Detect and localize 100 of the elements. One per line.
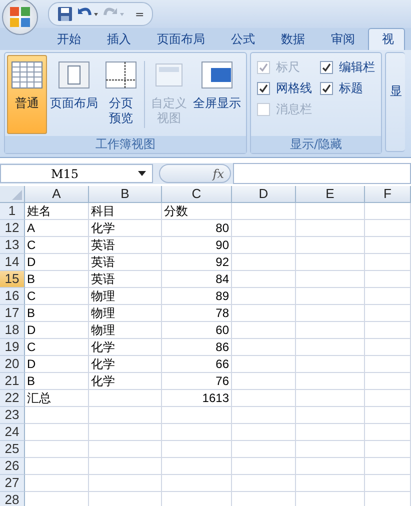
- table-cell: [296, 271, 365, 288]
- row-header[interactable]: 27: [0, 475, 25, 492]
- checkbox-label: 网格线: [276, 80, 312, 97]
- table-cell: [296, 322, 365, 339]
- row-header[interactable]: 24: [0, 424, 25, 441]
- row-header[interactable]: 21: [0, 373, 25, 390]
- table-cell: [232, 271, 296, 288]
- table-cell: [296, 305, 365, 322]
- table-cell: [232, 458, 296, 475]
- row-header[interactable]: 26: [0, 458, 25, 475]
- row-header[interactable]: 20: [0, 356, 25, 373]
- table-cell: 89: [162, 288, 232, 305]
- table-cell: [25, 424, 89, 441]
- table-cell: [365, 458, 411, 475]
- table-cell: C: [25, 339, 89, 356]
- table-cell: [365, 475, 411, 492]
- row-header[interactable]: 12: [0, 220, 25, 237]
- column-header[interactable]: E: [296, 186, 365, 203]
- column-header[interactable]: F: [365, 186, 411, 203]
- row-header[interactable]: 17: [0, 305, 25, 322]
- triangle-icon: [12, 190, 22, 200]
- row-header[interactable]: 19: [0, 339, 25, 356]
- table-cell: [365, 356, 411, 373]
- view-button[interactable]: 全屏显示: [190, 55, 244, 134]
- ribbon-tab[interactable]: 页面布局: [144, 29, 218, 50]
- view-button[interactable]: 分页 预览: [101, 55, 141, 134]
- checkbox[interactable]: [320, 82, 333, 95]
- table-cell: 60: [162, 322, 232, 339]
- table-cell: 物理: [89, 288, 162, 305]
- table-cell: [365, 424, 411, 441]
- table-cell: 英语: [89, 237, 162, 254]
- table-cell: [162, 407, 232, 424]
- table-cell: [25, 458, 89, 475]
- ribbon-tab[interactable]: 视: [368, 28, 405, 50]
- table-cell: [296, 220, 365, 237]
- formula-input[interactable]: [233, 163, 411, 184]
- table-cell: [365, 271, 411, 288]
- column-header[interactable]: C: [162, 186, 232, 203]
- table-cell: D: [25, 356, 89, 373]
- ribbon-tab[interactable]: 数据: [268, 29, 318, 50]
- view-button[interactable]: 页面布局: [47, 55, 101, 134]
- row-header[interactable]: 13: [0, 237, 25, 254]
- table-cell: [365, 237, 411, 254]
- customize-toolbar-button[interactable]: =: [135, 8, 144, 20]
- row-header[interactable]: 16: [0, 288, 25, 305]
- ribbon-button-label[interactable]: 显: [390, 83, 405, 100]
- ribbon-tab[interactable]: 审阅: [318, 29, 368, 50]
- row-header[interactable]: 14: [0, 254, 25, 271]
- ribbon-tab[interactable]: 公式: [218, 29, 268, 50]
- table-cell: [232, 407, 296, 424]
- insert-function-button[interactable]: fx: [159, 164, 231, 183]
- table-cell: 76: [162, 373, 232, 390]
- name-box[interactable]: M15: [0, 164, 153, 183]
- page-break-icon: [105, 60, 137, 90]
- table-cell: [365, 407, 411, 424]
- table-cell: [365, 373, 411, 390]
- table-cell: B: [25, 305, 89, 322]
- row-header[interactable]: 28: [0, 492, 25, 506]
- row-header[interactable]: 1: [0, 203, 25, 220]
- row-header[interactable]: 22: [0, 390, 25, 407]
- row-header[interactable]: 18: [0, 322, 25, 339]
- column-header[interactable]: A: [25, 186, 89, 203]
- table-cell: [232, 475, 296, 492]
- table-cell: [296, 373, 365, 390]
- table-cell: B: [25, 373, 89, 390]
- table-cell: [232, 441, 296, 458]
- column-header[interactable]: B: [89, 186, 162, 203]
- table-cell: [162, 441, 232, 458]
- table-cell: [296, 339, 365, 356]
- table-cell: 90: [162, 237, 232, 254]
- table-cell: [232, 339, 296, 356]
- fullscreen-icon: [201, 60, 233, 90]
- checkbox[interactable]: [257, 82, 270, 95]
- view-button[interactable]: 普通: [7, 55, 47, 134]
- row-header[interactable]: 23: [0, 407, 25, 424]
- grid-icon: [11, 60, 43, 90]
- office-button[interactable]: [2, 0, 38, 35]
- checkbox-label: 标题: [339, 80, 363, 97]
- row-header[interactable]: 15: [0, 271, 25, 288]
- column-header[interactable]: D: [232, 186, 296, 203]
- ribbon-tab[interactable]: 开始: [44, 29, 94, 50]
- dropdown-caret-icon[interactable]: [138, 171, 146, 176]
- table-cell: C: [25, 237, 89, 254]
- table-cell: [232, 203, 296, 220]
- table-cell: [162, 475, 232, 492]
- table-cell: [365, 322, 411, 339]
- checkbox-label: 消息栏: [276, 101, 312, 118]
- table-cell: [162, 424, 232, 441]
- table-cell: [232, 220, 296, 237]
- table-cell: [296, 390, 365, 407]
- ribbon-tab[interactable]: 插入: [94, 29, 144, 50]
- table-cell: 80: [162, 220, 232, 237]
- table-cell: A: [25, 220, 89, 237]
- checkbox-label: 编辑栏: [339, 59, 375, 76]
- table-cell: [232, 373, 296, 390]
- row-header[interactable]: 25: [0, 441, 25, 458]
- table-cell: 物理: [89, 305, 162, 322]
- table-cell: 化学: [89, 220, 162, 237]
- checkbox[interactable]: [320, 61, 333, 74]
- save-icon[interactable]: [57, 6, 73, 22]
